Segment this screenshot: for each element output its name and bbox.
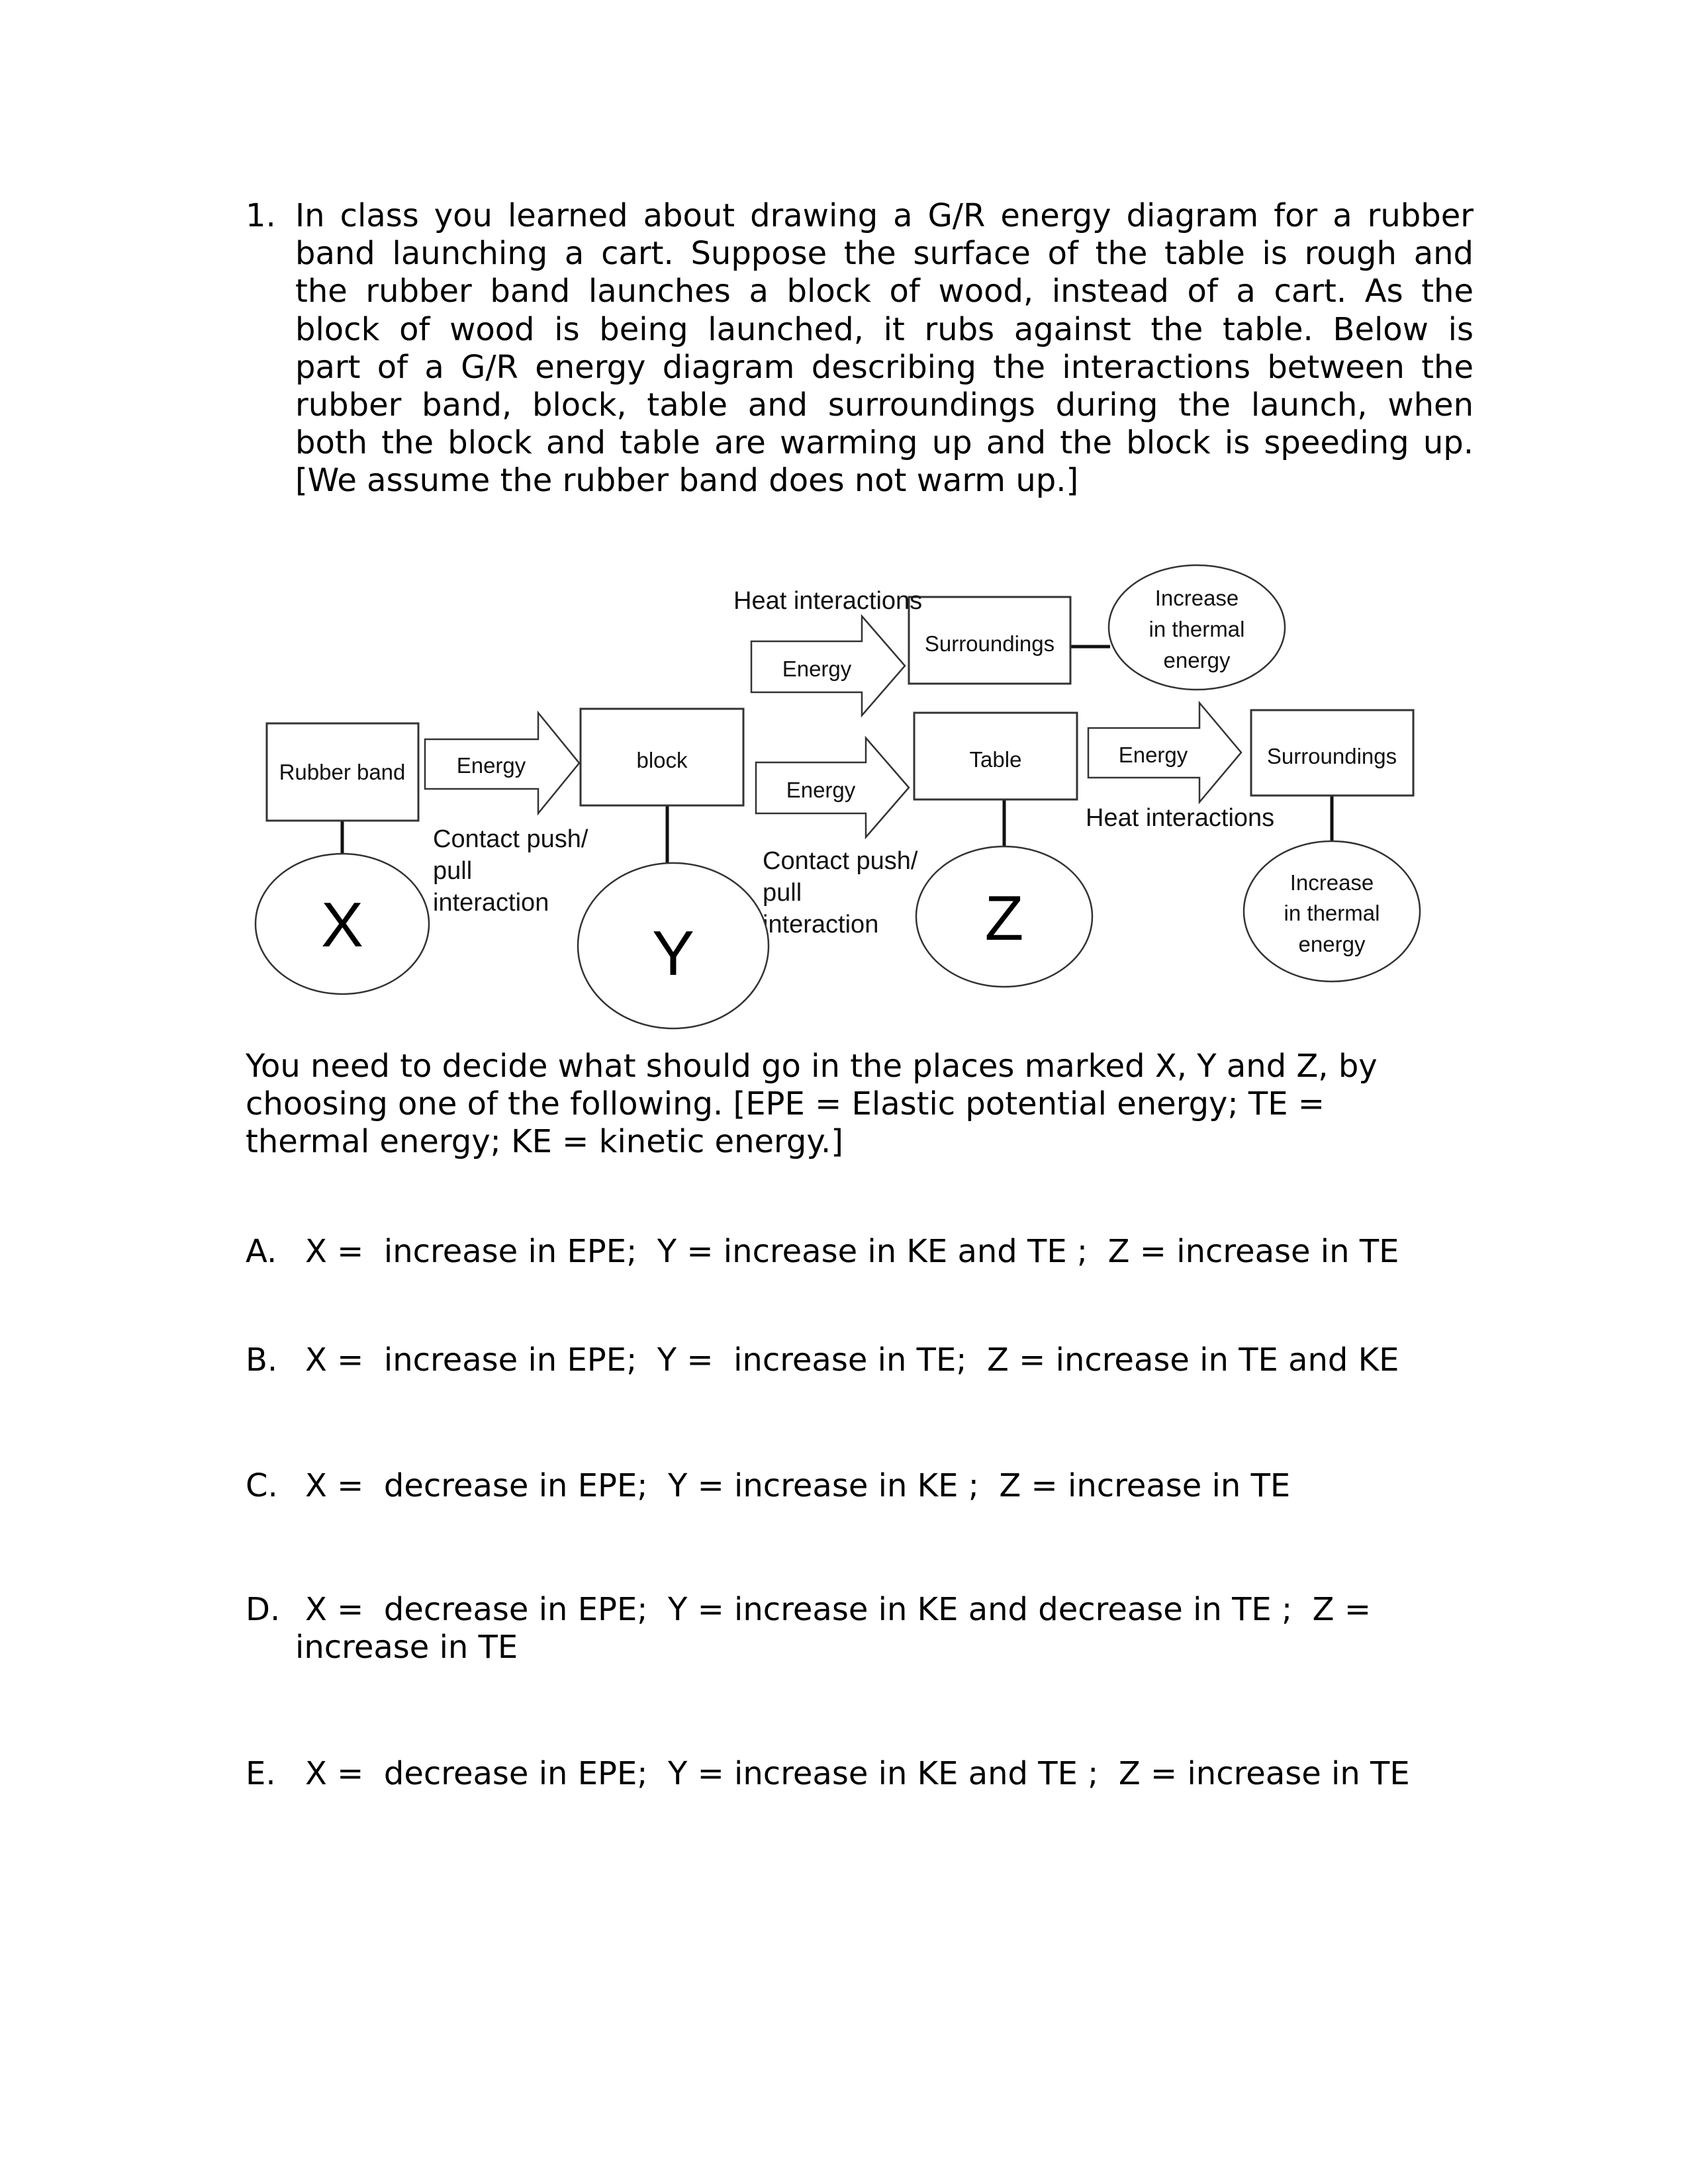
option-letter: B. (246, 1342, 278, 1379)
contact-label-1-line: Contact push/ (433, 825, 588, 853)
arrow-block-to-surroundings: Energy (750, 614, 906, 718)
ellipse-thermal-right: Increase in thermal energy (1243, 840, 1421, 983)
instructions-line: choosing one of the following. [EPE = El… (246, 1085, 1325, 1122)
box-table: Table (913, 711, 1078, 801)
contact-label-1-line: pull (433, 857, 472, 885)
instructions-line: thermal energy; KE = kinetic energy.] (246, 1123, 843, 1160)
contact-label-2-line: pull (763, 879, 802, 907)
option-text: X = decrease in EPE; Y = increase in KE … (305, 1755, 1410, 1792)
option-text: X = increase in EPE; Y = increase in TE;… (305, 1342, 1399, 1379)
ellipse-label: in thermal (1284, 901, 1380, 925)
option-letter: E. (246, 1755, 276, 1792)
ellipse-label: Increase (1155, 586, 1239, 610)
option-text: X = increase in EPE; Y = increase in KE … (305, 1233, 1399, 1270)
ellipse-label: energy (1299, 932, 1366, 956)
box-label: Surroundings (925, 631, 1055, 656)
box-label: block (636, 748, 688, 772)
ellipse-label: energy (1164, 648, 1231, 672)
box-label: Table (970, 747, 1022, 772)
arrow-block-to-table: Energy (755, 735, 910, 840)
arrow-rubber-band-to-block: Energy (424, 710, 581, 816)
arrow-label: Energy (1119, 743, 1188, 767)
option-text: X = decrease in EPE; Y = increase in KE … (305, 1591, 1372, 1628)
arrow-label: Energy (786, 778, 856, 802)
arrow-label: Energy (457, 753, 526, 778)
option-letter: A. (246, 1233, 277, 1270)
placeholder-z: Z (985, 883, 1024, 954)
ellipse-label: Increase (1290, 870, 1374, 895)
arrow-label: Energy (782, 657, 852, 681)
option-letter: C. (246, 1467, 278, 1504)
ellipse-thermal-top: Increase in thermal energy (1107, 564, 1286, 691)
option-letter: D. (246, 1591, 281, 1628)
heat-interactions-label-top: Heat interactions (733, 587, 922, 615)
option-text: X = decrease in EPE; Y = increase in KE … (305, 1467, 1291, 1504)
ellipse-y: Y (577, 862, 770, 1030)
placeholder-x: X (321, 889, 363, 960)
box-rubber-band: Rubber band (265, 722, 420, 822)
contact-label-2-line: Contact push/ (763, 847, 918, 875)
option-text-continued: increase in TE (295, 1629, 518, 1666)
box-surroundings-right: Surroundings (1250, 709, 1415, 797)
box-label: Rubber band (279, 760, 406, 784)
placeholder-y: Y (652, 918, 694, 989)
box-surroundings-top: Surroundings (908, 596, 1072, 685)
document-page: 1. In class you learned about drawing a … (0, 0, 1688, 2184)
contact-label-2-line: interaction (763, 911, 878, 938)
arrow-table-to-surroundings: Energy (1087, 700, 1243, 805)
heat-interactions-label-bottom: Heat interactions (1086, 804, 1274, 832)
ellipse-z: Z (915, 845, 1094, 988)
ellipse-x: X (254, 852, 430, 995)
ellipse-label: in thermal (1149, 617, 1245, 641)
box-block: block (579, 707, 745, 807)
box-label: Surroundings (1267, 744, 1397, 768)
instructions-line: You need to decide what should go in the… (246, 1048, 1378, 1085)
contact-label-1-line: interaction (433, 889, 549, 917)
